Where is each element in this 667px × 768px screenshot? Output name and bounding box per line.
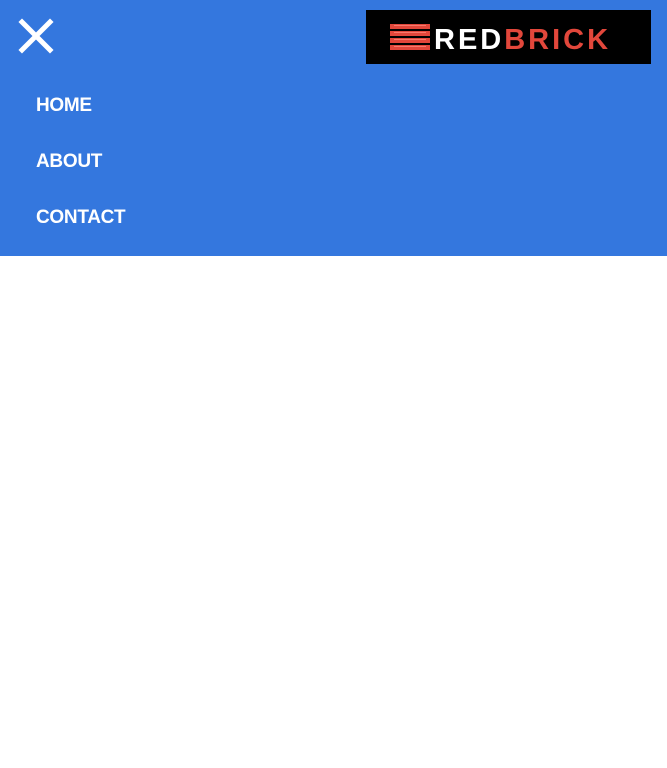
nav-link-contact[interactable]: CONTACT: [36, 207, 126, 228]
close-menu-button[interactable]: [14, 14, 58, 58]
nav-item-about: ABOUT: [36, 140, 125, 196]
close-icon: [18, 18, 54, 54]
logo-text-brick: BRICK: [504, 24, 611, 56]
main-nav: HOME ABOUT CONTACT: [36, 84, 126, 252]
nav-item-contact: CONTACT: [36, 196, 126, 252]
mobile-menu-panel: REDBRICK HOME ABOUT CONTACT: [0, 0, 667, 256]
nav-link-about[interactable]: ABOUT: [36, 151, 102, 172]
page-content: [0, 256, 667, 768]
redbrick-logo[interactable]: REDBRICK: [366, 10, 651, 64]
nav-item-home: HOME: [36, 84, 125, 140]
nav-link-home[interactable]: HOME: [36, 95, 92, 116]
svg-text:REDBRICK: REDBRICK: [434, 24, 611, 56]
brick-icon: [390, 24, 430, 50]
logo-text-red: RED: [434, 24, 504, 56]
logo-graphic: REDBRICK: [390, 24, 611, 56]
